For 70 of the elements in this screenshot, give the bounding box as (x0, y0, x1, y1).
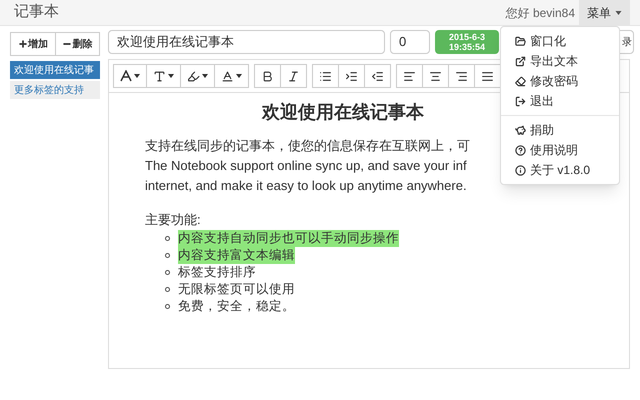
highlight-icon (187, 70, 200, 82)
menu-item[interactable]: 退出 (501, 91, 619, 111)
color-icon (221, 70, 234, 82)
right-tool-button[interactable] (448, 64, 475, 88)
feature-item: 内容支持富文本编辑 (178, 246, 295, 264)
help-icon (515, 144, 526, 156)
piggy-icon (515, 124, 526, 136)
export-icon (515, 56, 526, 66)
features-label: 主要功能: (145, 211, 202, 229)
font-tool-button[interactable] (113, 64, 147, 88)
app-title: 记事本 (14, 2, 59, 22)
indent-icon (345, 70, 358, 82)
add-button[interactable]: 增加 (10, 32, 56, 56)
folder-icon (515, 36, 526, 46)
italic-tool-button[interactable] (280, 64, 307, 88)
size-tool-button[interactable] (146, 64, 181, 88)
tag-item[interactable]: 更多标签的支持 (10, 81, 100, 99)
caret-icon (236, 74, 242, 78)
menu-item[interactable]: 修改密码 (501, 71, 619, 91)
size-icon (153, 70, 166, 82)
menu-item[interactable]: 关于 v1.8.0 (501, 160, 619, 180)
content-heading: 欢迎使用在线记事本 (262, 101, 424, 124)
menu-button[interactable]: 菜单 (579, 0, 630, 26)
greeting: 您好 bevin84 (506, 4, 575, 22)
center-icon (429, 70, 442, 82)
bullet-icon (165, 270, 170, 274)
logout-icon (515, 96, 526, 106)
menu-item[interactable]: 导出文本 (501, 51, 619, 71)
justify-icon (481, 70, 494, 82)
paragraph-line: 支持在线同步的记事本，使您的信息保存在互联网上，可 (145, 137, 470, 155)
feature-item: 内容支持自动同步也可以手动同步操作 (178, 230, 399, 246)
left-tool-button[interactable] (396, 64, 423, 88)
paragraph-line: The Notebook support online sync up, and save your inf (145, 157, 467, 175)
count-field[interactable]: 0 (390, 30, 430, 54)
feature-item: 标签支持排序 (178, 264, 256, 280)
feature-item: 免费，安全，稳定。 (178, 298, 295, 314)
caret-icon (168, 74, 174, 78)
bold-tool-button[interactable] (254, 64, 281, 88)
color-tool-button[interactable] (214, 64, 249, 88)
justify-tool-button[interactable] (474, 64, 501, 88)
bullet-icon (165, 236, 170, 240)
right-icon (455, 70, 468, 82)
bold-icon (261, 70, 274, 82)
outdent-tool-button[interactable] (364, 64, 391, 88)
font-icon (120, 70, 132, 82)
highlight-tool-button[interactable] (180, 64, 215, 88)
plus-icon (18, 39, 28, 49)
indent-tool-button[interactable] (338, 64, 365, 88)
tag-item[interactable]: 欢迎使用在线记事 (10, 61, 100, 79)
outdent-icon (371, 70, 384, 82)
list-icon (319, 70, 332, 82)
save-time-badge: 2015-6-3 19:35:54 (435, 30, 499, 54)
eraser-icon (515, 76, 526, 86)
note-title-field[interactable]: 欢迎使用在线记事本 (108, 30, 385, 54)
delete-button[interactable]: 删除 (54, 32, 100, 56)
caret-icon (134, 74, 140, 78)
list-tool-button[interactable] (312, 64, 339, 88)
italic-icon (287, 70, 300, 82)
caret-icon (202, 74, 208, 78)
feature-item: 无限标签页可以使用 (178, 280, 295, 298)
paragraph-line: internet, and make it easy to look up anytime anywhere. (145, 177, 467, 195)
info-icon (515, 164, 526, 176)
left-icon (403, 70, 416, 82)
bullet-icon (165, 252, 170, 258)
menu-item[interactable]: 捐助 (501, 120, 619, 140)
menu-item[interactable]: 使用说明 (501, 140, 619, 160)
bullet-icon (165, 304, 170, 308)
caret-icon (615, 10, 622, 14)
center-tool-button[interactable] (422, 64, 449, 88)
bullet-icon (165, 286, 170, 292)
